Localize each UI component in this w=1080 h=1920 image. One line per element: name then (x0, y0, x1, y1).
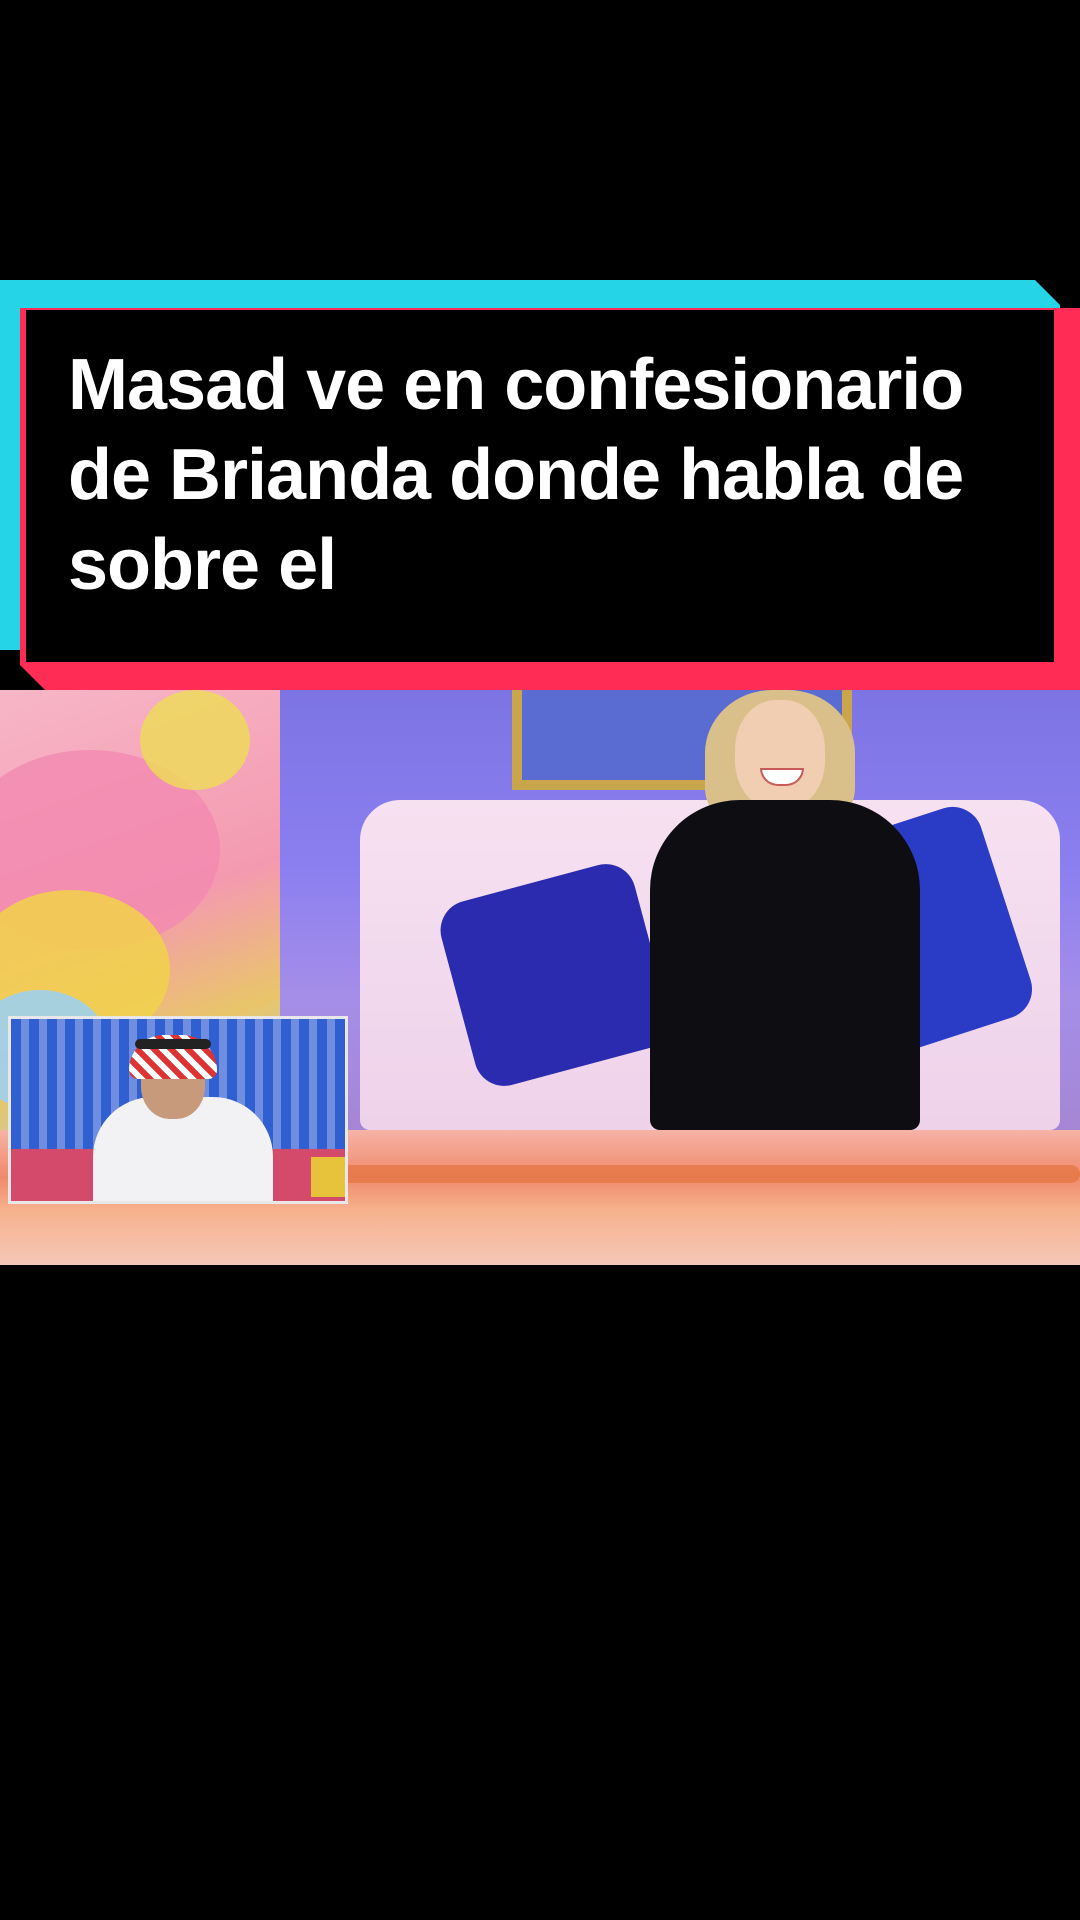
confessional-room (280, 690, 1080, 1130)
agal-band (135, 1039, 211, 1049)
inset-video (8, 1016, 348, 1204)
video-frame: { "caption": { "text": "Masad ve en conf… (0, 0, 1080, 1920)
tv-screen-photo (0, 690, 1080, 1265)
woman-black-outfit (650, 800, 920, 1130)
balloon-yellow-small (140, 690, 250, 790)
woman-face (735, 700, 825, 810)
woman-smiling (650, 690, 920, 1130)
inset-yellow-cushion (311, 1157, 345, 1197)
floor-reflection (340, 1165, 1080, 1183)
caption-overlay: Masad ve en confesionario de Brianda don… (0, 280, 1080, 690)
caption-text: Masad ve en confesionario de Brianda don… (68, 345, 964, 605)
